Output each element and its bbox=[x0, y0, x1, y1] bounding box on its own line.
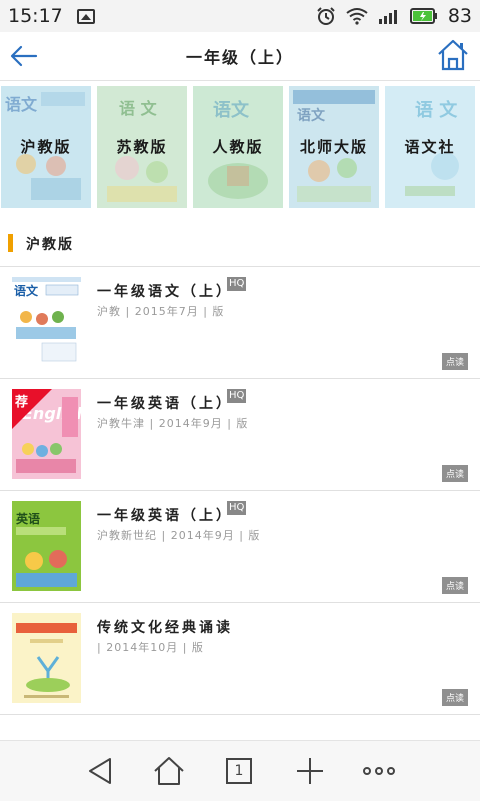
cover-title: 语 文 bbox=[119, 99, 158, 118]
book-title: 一年级英语（上） bbox=[97, 508, 233, 524]
section-title: 沪教版 bbox=[26, 237, 74, 253]
book-cover: 英语 bbox=[12, 501, 81, 591]
hq-badge: HQ bbox=[227, 501, 247, 515]
bottom-navigation: 1 bbox=[0, 740, 480, 801]
image-notification-icon bbox=[76, 8, 95, 24]
wifi-icon bbox=[346, 8, 368, 25]
alarm-icon bbox=[317, 7, 335, 25]
home-icon[interactable] bbox=[436, 38, 470, 72]
edition-strip: 语文 沪教版 语 文 苏教版 语文 人教版 语文 北师大版 语 文 语文社 bbox=[0, 86, 480, 210]
status-time: 15:17 bbox=[8, 5, 63, 27]
status-bar: 15:17 83 bbox=[0, 0, 480, 32]
cover-title: 语文 bbox=[297, 107, 326, 124]
signal-icon bbox=[378, 10, 397, 24]
book-meta: 沪教新世纪 | 2014年9月 | 版 bbox=[97, 529, 261, 542]
page-title: 一年级（上） bbox=[185, 48, 294, 67]
list-item[interactable]: 语文 一年级语文（上） HQ 沪教 | 2015年7月 | 版 点读 bbox=[0, 267, 480, 379]
recommend-label: 荐 bbox=[15, 395, 29, 410]
book-cover bbox=[12, 613, 81, 703]
section-accent-bar bbox=[8, 234, 13, 252]
edition-card-hujiao[interactable]: 语文 沪教版 bbox=[1, 86, 91, 208]
read-aloud-badge[interactable]: 点读 bbox=[441, 465, 468, 482]
home-outline-icon[interactable] bbox=[152, 755, 186, 787]
edition-card-sujiao[interactable]: 语 文 苏教版 bbox=[97, 86, 187, 208]
app-header: 一年级（上） bbox=[0, 32, 480, 81]
cover-title: 语文 bbox=[14, 283, 39, 298]
book-meta: 沪教 | 2015年7月 | 版 bbox=[97, 305, 225, 318]
edition-card-renjiao[interactable]: 语文 人教版 bbox=[193, 86, 283, 208]
read-aloud-badge[interactable]: 点读 bbox=[441, 577, 468, 594]
list-item[interactable]: English 荐 一年级英语（上） HQ 沪教牛津 | 2014年9月 | 版… bbox=[0, 379, 480, 491]
cover-title: 语文 bbox=[5, 95, 38, 114]
book-meta: | 2014年10月 | 版 bbox=[97, 641, 204, 654]
read-aloud-badge[interactable]: 点读 bbox=[441, 353, 468, 370]
book-title: 传统文化经典诵读 bbox=[97, 620, 233, 636]
edition-card-beishida[interactable]: 语文 北师大版 bbox=[289, 86, 379, 208]
book-title: 一年级语文（上） bbox=[97, 284, 233, 300]
edition-card-yuwenshe[interactable]: 语 文 语文社 bbox=[385, 86, 475, 208]
edition-label: 人教版 bbox=[212, 138, 264, 156]
book-cover-art: 英语 bbox=[12, 501, 81, 591]
cover-title: 语 文 bbox=[415, 99, 458, 121]
edition-label: 语文社 bbox=[404, 138, 456, 156]
edition-label: 北师大版 bbox=[299, 138, 368, 156]
hq-badge: HQ bbox=[227, 277, 247, 291]
book-list: 语文 一年级语文（上） HQ 沪教 | 2015年7月 | 版 点读 Engli… bbox=[0, 267, 480, 715]
book-cover-art bbox=[12, 613, 81, 703]
cover-title: 英语 bbox=[16, 511, 40, 526]
section-header: 沪教版 bbox=[0, 228, 480, 258]
book-cover: English 荐 bbox=[12, 389, 81, 479]
back-triangle-icon[interactable] bbox=[84, 755, 118, 787]
list-item[interactable]: 英语 一年级英语（上） HQ 沪教新世纪 | 2014年9月 | 版 点读 bbox=[0, 491, 480, 603]
tab-count: 1 bbox=[226, 758, 252, 784]
book-cover-art: 语文 bbox=[12, 277, 81, 367]
book-meta: 沪教牛津 | 2014年9月 | 版 bbox=[97, 417, 249, 430]
book-cover: 语文 bbox=[12, 277, 81, 367]
battery-icon bbox=[409, 8, 437, 24]
read-aloud-badge[interactable]: 点读 bbox=[441, 689, 468, 706]
list-item[interactable]: 传统文化经典诵读 | 2014年10月 | 版 点读 bbox=[0, 603, 480, 715]
more-icon[interactable] bbox=[362, 755, 396, 787]
edition-label: 苏教版 bbox=[116, 138, 168, 156]
plus-icon[interactable] bbox=[293, 755, 327, 787]
hq-badge: HQ bbox=[227, 389, 247, 403]
cover-title: 语文 bbox=[213, 99, 250, 121]
battery-level: 83 bbox=[447, 5, 472, 27]
tabs-button[interactable]: 1 bbox=[226, 758, 260, 790]
book-title: 一年级英语（上） bbox=[97, 396, 233, 412]
edition-label: 沪教版 bbox=[20, 138, 72, 156]
